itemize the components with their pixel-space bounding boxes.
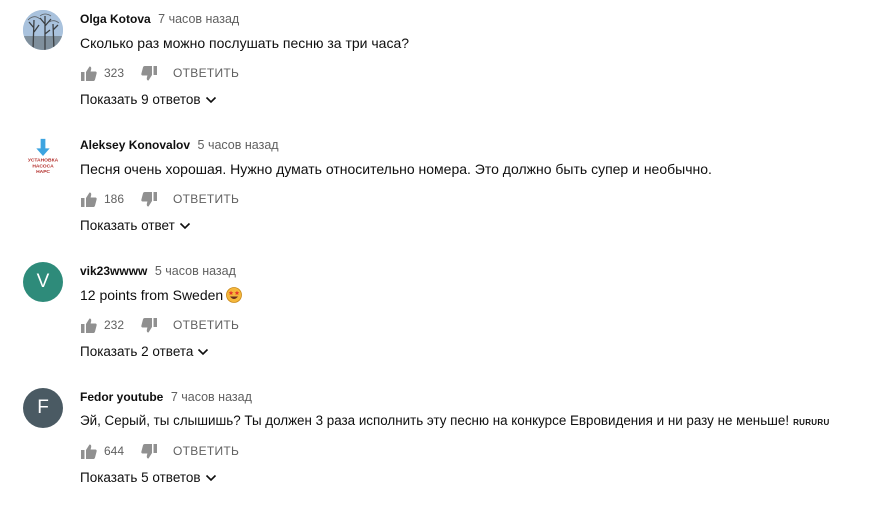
show-replies-button[interactable]: Показать 5 ответов (80, 470, 217, 485)
avatar-letter: V (36, 271, 50, 292)
comment-actions: 323 ОТВЕТИТЬ (80, 65, 239, 81)
comment-item: V vik23wwww 5 часов назад 12 points from… (0, 252, 882, 378)
comment-time[interactable]: 7 часов назад (158, 12, 239, 26)
avatar[interactable]: V (23, 262, 63, 302)
company-logo-icon: УСТАНОВКА НАСОСА НАРС (23, 136, 63, 175)
thumbs-down-icon (141, 317, 157, 332)
reply-button[interactable]: ОТВЕТИТЬ (173, 66, 239, 80)
show-replies-label: Показать 9 ответов (80, 92, 201, 107)
show-replies-label: Показать ответ (80, 218, 175, 233)
comment-text: Сколько раз можно послушать песню за три… (80, 35, 410, 51)
show-replies-button[interactable]: Показать 2 ответа (80, 344, 209, 359)
comment-item: Olga Kotova 7 часов назад Сколько раз мо… (0, 0, 882, 126)
thumbs-up-icon (81, 192, 97, 207)
dislike-button[interactable] (140, 317, 158, 333)
comment-text: Песня очень хорошая. Нужно думать относи… (80, 161, 712, 177)
avatar[interactable]: УСТАНОВКА НАСОСА НАРС (23, 136, 63, 176)
like-count: 232 (104, 318, 125, 332)
comment-header: Fedor youtube 7 часов назад (80, 390, 252, 404)
avatar-photo-icon (23, 10, 63, 50)
show-replies-label: Показать 2 ответа (80, 344, 194, 359)
dislike-button[interactable] (140, 65, 158, 81)
comment-item: УСТАНОВКА НАСОСА НАРС Aleksey Konovalov … (0, 126, 882, 252)
thumbs-down-icon (141, 191, 157, 206)
like-count: 186 (104, 192, 125, 206)
comment-text-content: Эй, Серый, ты слышишь? Ты должен 3 раза … (80, 413, 790, 428)
dislike-button[interactable] (140, 443, 158, 459)
star-struck-icon (226, 287, 243, 306)
show-replies-button[interactable]: Показать 9 ответов (80, 92, 217, 107)
thumbs-down-icon (141, 443, 157, 458)
author-name[interactable]: Olga Kotova (80, 12, 151, 26)
comment-actions: 186 ОТВЕТИТЬ (80, 191, 239, 207)
comment-header: vik23wwww 5 часов назад (80, 264, 236, 278)
comment-time[interactable]: 7 часов назад (171, 390, 252, 404)
show-replies-button[interactable]: Показать ответ (80, 218, 191, 233)
author-name[interactable]: Fedor youtube (80, 390, 163, 404)
comment-time[interactable]: 5 часов назад (198, 138, 279, 152)
reply-button[interactable]: ОТВЕТИТЬ (173, 192, 239, 206)
comment-time[interactable]: 5 часов назад (155, 264, 236, 278)
avatar-letter: F (37, 397, 49, 418)
like-button[interactable] (80, 317, 98, 333)
thumbs-up-icon (81, 318, 97, 333)
comment-actions: 644 ОТВЕТИТЬ (80, 443, 239, 459)
logo-line: НАРС (36, 169, 50, 175)
author-name[interactable]: Aleksey Konovalov (80, 138, 190, 152)
thumbs-up-icon (81, 66, 97, 81)
like-count: 323 (104, 66, 125, 80)
like-button[interactable] (80, 443, 98, 459)
thumbs-down-icon (141, 65, 157, 80)
author-name[interactable]: vik23wwww (80, 264, 147, 278)
comment-item: F Fedor youtube 7 часов назад Эй, Серый,… (0, 378, 882, 504)
reply-button[interactable]: ОТВЕТИТЬ (173, 318, 239, 332)
logo-line: УСТАНОВКА (28, 158, 59, 164)
like-button[interactable] (80, 191, 98, 207)
dislike-button[interactable] (140, 191, 158, 207)
comment-header: Aleksey Konovalov 5 часов назад (80, 138, 279, 152)
like-count: 644 (104, 444, 125, 458)
comment-text: 12 points from Sweden (80, 287, 243, 306)
chevron-down-icon (205, 474, 216, 481)
comment-tag: RURURU (793, 418, 830, 427)
chevron-down-icon (205, 96, 216, 103)
avatar[interactable]: F (23, 388, 63, 428)
comment-text-content: 12 points from Sweden (80, 287, 224, 303)
thumbs-up-icon (81, 444, 97, 459)
chevron-down-icon (198, 348, 209, 355)
chevron-down-icon (179, 222, 190, 229)
comment-header: Olga Kotova 7 часов назад (80, 12, 239, 26)
avatar[interactable] (23, 10, 63, 50)
logo-line: НАСОСА (32, 163, 54, 169)
comment-actions: 232 ОТВЕТИТЬ (80, 317, 239, 333)
comment-text: Эй, Серый, ты слышишь? Ты должен 3 раза … (80, 413, 830, 428)
like-button[interactable] (80, 65, 98, 81)
reply-button[interactable]: ОТВЕТИТЬ (173, 444, 239, 458)
show-replies-label: Показать 5 ответов (80, 470, 201, 485)
